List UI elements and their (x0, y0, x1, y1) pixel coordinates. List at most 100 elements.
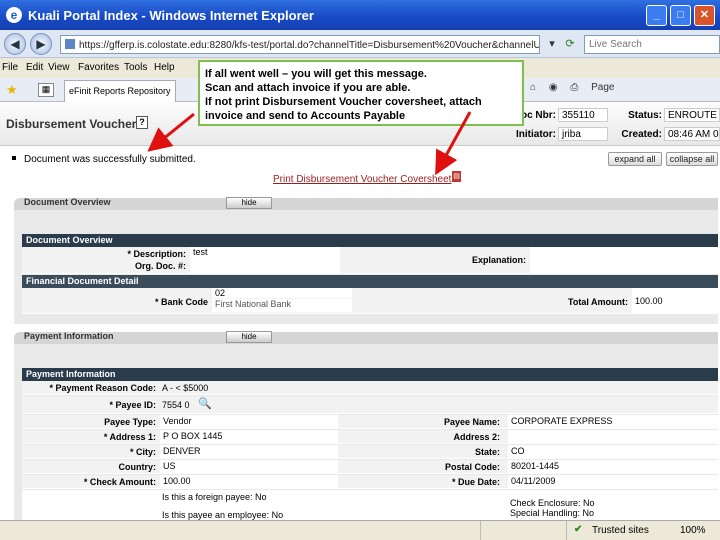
url-text: https://gfferp.is.colostate.edu:8280/kfs… (79, 40, 540, 51)
collapse-all-button[interactable]: collapse all (666, 152, 718, 166)
home-icon[interactable]: ⌂ (530, 82, 536, 93)
city-label: * City: (129, 447, 156, 457)
created-value: 08:46 AM 04/11 (664, 127, 720, 141)
tab-payment-information: Payment Information hide (14, 331, 718, 344)
menu-file[interactable]: File (2, 62, 18, 73)
foreign-payee-text: Is this a foreign payee: No (162, 492, 267, 502)
payment-reason-label: * Payment Reason Code: (49, 383, 156, 393)
menu-tools[interactable]: Tools (124, 62, 147, 73)
page-title: Disbursement Voucher (6, 117, 137, 131)
state-value: CO (508, 445, 718, 458)
total-amount-label: Total Amount: (568, 297, 628, 307)
check-amount-value: 100.00 (160, 475, 338, 488)
payee-name-value: CORPORATE EXPRESS (508, 415, 718, 428)
payee-type-label: Payee Type: (104, 417, 156, 427)
close-button[interactable]: ✕ (694, 5, 715, 26)
address2-value (508, 430, 718, 443)
trusted-check-icon: ✔ (574, 524, 583, 535)
bank-code-value[interactable]: 02 (212, 288, 352, 298)
due-date-label: * Due Date: (451, 477, 500, 487)
postal-code-value: 80201-1445 (508, 460, 718, 473)
address1-label: * Address 1: (103, 432, 156, 442)
menu-edit[interactable]: Edit (26, 62, 43, 73)
country-label: Country: (118, 462, 157, 472)
financial-detail-header: Financial Document Detail (22, 275, 718, 288)
forward-button[interactable]: ▶ (30, 33, 52, 55)
document-overview-header: Document Overview (22, 234, 718, 247)
payee-type-value: Vendor (160, 415, 338, 428)
tab-document-overview-title: Document Overview (24, 197, 111, 207)
print-coversheet-link[interactable]: Print Disbursement Voucher Coversheet (273, 174, 451, 185)
description-row: * Description: test Explanation: Org. Do… (22, 247, 718, 274)
zoom-level[interactable]: 100% (680, 525, 706, 536)
url-input[interactable]: https://gfferp.is.colostate.edu:8280/kfs… (60, 35, 540, 54)
command-bar: ⌂ ◉ ⎙ Page (530, 82, 624, 93)
description-label: * Description: (127, 249, 186, 259)
menu-view[interactable]: View (48, 62, 70, 73)
payee-id-row: * Payee ID: 7554 0 🔍 (22, 396, 718, 414)
explanation-value (530, 247, 718, 273)
bank-code-label: * Bank Code (154, 297, 208, 307)
status-label: Status: (628, 110, 662, 121)
bank-name-value: First National Bank (212, 299, 352, 312)
browser-tab[interactable]: eFinit Reports Repository (64, 80, 176, 102)
explanation-label: Explanation: (471, 255, 526, 265)
check-enclosure-text: Check Enclosure: No (510, 498, 595, 508)
status-bar: ✔ Trusted sites 100% (0, 520, 720, 540)
success-message: Document was successfully submitted. (12, 154, 196, 165)
print-icon[interactable]: ⎙ (570, 82, 578, 93)
quick-tabs-icon[interactable]: ▦ (38, 83, 54, 97)
employee-text: Is this payee an employee: No (162, 510, 284, 520)
success-message-text: Document was successfully submitted. (24, 154, 196, 165)
payee-type-row: Payee Type: Vendor Payee Name: CORPORATE… (22, 415, 718, 429)
payment-information-header: Payment Information (22, 368, 718, 381)
bank-code-row: * Bank Code 02 First National Bank Total… (22, 288, 718, 314)
window-title: Kuali Portal Index - Windows Internet Ex… (28, 8, 314, 23)
payment-reason-row: * Payment Reason Code: A - < $5000 (22, 381, 718, 395)
expand-all-button[interactable]: expand all (608, 152, 662, 166)
pdf-icon[interactable]: ▤ (452, 171, 461, 182)
status-divider (566, 521, 567, 540)
overview-hide-button[interactable]: hide (226, 197, 272, 209)
payee-name-label: Payee Name: (443, 417, 500, 427)
address-dropdown-icon[interactable]: ▾ (544, 36, 560, 52)
page-icon (65, 39, 75, 49)
page-menu[interactable]: Page (591, 82, 614, 93)
menu-favorites[interactable]: Favorites (78, 62, 119, 73)
maximize-button[interactable]: □ (670, 5, 691, 26)
total-amount-value: 100.00 (632, 288, 718, 314)
address-bar: ◀ ▶ https://gfferp.is.colostate.edu:8280… (0, 30, 720, 58)
city-value: DENVER (160, 445, 338, 458)
status-value: ENROUTE (664, 108, 720, 122)
refresh-icon[interactable]: ⟳ (562, 36, 578, 52)
menu-help[interactable]: Help (154, 62, 175, 73)
bullet-icon (12, 156, 16, 160)
feeds-icon[interactable]: ◉ (549, 82, 558, 93)
search-input[interactable] (584, 35, 720, 54)
payee-flags-row: Is this a foreign payee: No Is this paye… (22, 490, 718, 520)
security-zone: Trusted sites (592, 525, 649, 536)
city-row: * City: DENVER State: CO (22, 445, 718, 459)
favorites-star-icon[interactable]: ★ (6, 82, 18, 98)
doc-nbr-value: 355110 (558, 108, 608, 122)
tab-document-overview: Document Overview hide (14, 197, 718, 210)
created-label: Created: (621, 129, 662, 140)
page-content: Disbursement Voucher ? Doc Nbr: 355110 S… (0, 102, 720, 520)
description-value: test (190, 247, 340, 273)
special-handling-text: Special Handling: No (510, 508, 595, 518)
help-icon[interactable]: ? (136, 116, 148, 129)
payment-information-section: Payment Information * Payment Reason Cod… (14, 344, 718, 520)
country-value: US (160, 460, 338, 473)
minimize-button[interactable]: _ (646, 5, 667, 26)
document-overview-section: Document Overview * Description: test Ex… (14, 210, 718, 324)
browser-tab-label: eFinit Reports Repository (69, 86, 171, 96)
callout-line-3: If not print Disbursement Voucher covers… (205, 96, 482, 122)
back-button[interactable]: ◀ (4, 33, 26, 55)
callout-line-2: Scan and attach invoice if you are able. (205, 82, 411, 94)
tab-payment-information-title: Payment Information (24, 331, 114, 341)
lookup-icon[interactable]: 🔍 (198, 397, 212, 410)
instruction-callout: If all went well – you will get this mes… (198, 60, 524, 126)
payment-hide-button[interactable]: hide (226, 331, 272, 343)
payment-reason-value: A - < $5000 (162, 383, 209, 393)
address2-label: Address 2: (453, 432, 500, 442)
